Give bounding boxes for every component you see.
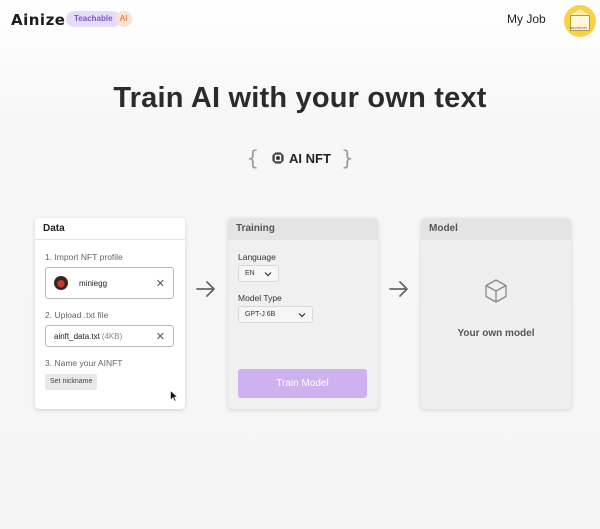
training-card-title: Training xyxy=(228,218,378,240)
left-brace: { xyxy=(246,146,260,170)
model-type-select[interactable]: GPT-J 6B xyxy=(238,306,313,323)
avatar-label: ainetwork xyxy=(570,25,588,30)
right-brace: } xyxy=(340,146,354,170)
language-value: EN xyxy=(245,270,255,277)
data-card: Data 1. Import NFT profile miniegg ✕ 2. … xyxy=(35,218,185,409)
my-job-link[interactable]: My Job xyxy=(507,12,546,26)
avatar[interactable]: ainetwork xyxy=(564,5,596,37)
cube-icon xyxy=(485,279,507,303)
product-badge: Teachable AI xyxy=(66,11,132,27)
chevron-down-icon xyxy=(264,272,272,277)
train-model-button[interactable]: Train Model xyxy=(238,369,367,398)
page-subtitle: { AI NFT } xyxy=(0,146,600,170)
mouse-cursor-icon xyxy=(170,390,178,402)
arrow-right-icon xyxy=(389,281,408,297)
language-label: Language xyxy=(238,252,276,262)
teachable-badge: Teachable xyxy=(66,11,121,27)
ainize-logo[interactable]: Ainize xyxy=(11,11,65,29)
language-select[interactable]: EN xyxy=(238,265,279,282)
nft-profile-field[interactable]: miniegg ✕ xyxy=(45,267,174,299)
model-type-value: GPT-J 6B xyxy=(245,311,276,318)
data-card-title: Data xyxy=(35,218,185,240)
arrow-right-icon xyxy=(196,281,215,297)
subtitle-text: AI NFT xyxy=(289,150,331,166)
model-card: Model Your own model xyxy=(421,218,571,409)
upload-file-field[interactable]: ainft_data.txt (4KB) ✕ xyxy=(45,325,174,347)
file-size: (4KB) xyxy=(101,331,123,341)
nft-name: miniegg xyxy=(79,278,108,288)
training-card: Training Language EN Model Type GPT-J 6B… xyxy=(228,218,378,409)
chevron-down-icon xyxy=(298,313,306,318)
model-card-text: Your own model xyxy=(457,328,535,339)
step1-label: 1. Import NFT profile xyxy=(45,252,123,262)
chip-icon xyxy=(272,152,285,164)
ai-badge: AI xyxy=(115,11,132,27)
remove-nft-close-icon[interactable]: ✕ xyxy=(156,277,165,290)
file-name: ainft_data.txt xyxy=(54,331,100,341)
nft-thumbnail xyxy=(54,276,68,290)
model-type-label: Model Type xyxy=(238,293,282,303)
model-card-title: Model xyxy=(421,218,571,240)
remove-file-close-icon[interactable]: ✕ xyxy=(156,330,165,343)
step3-label: 3. Name your AINFT xyxy=(45,358,123,368)
set-nickname-button[interactable]: Set nickname xyxy=(45,374,98,390)
page-title: Train AI with your own text xyxy=(113,82,487,114)
step2-label: 2. Upload .txt file xyxy=(45,310,109,320)
